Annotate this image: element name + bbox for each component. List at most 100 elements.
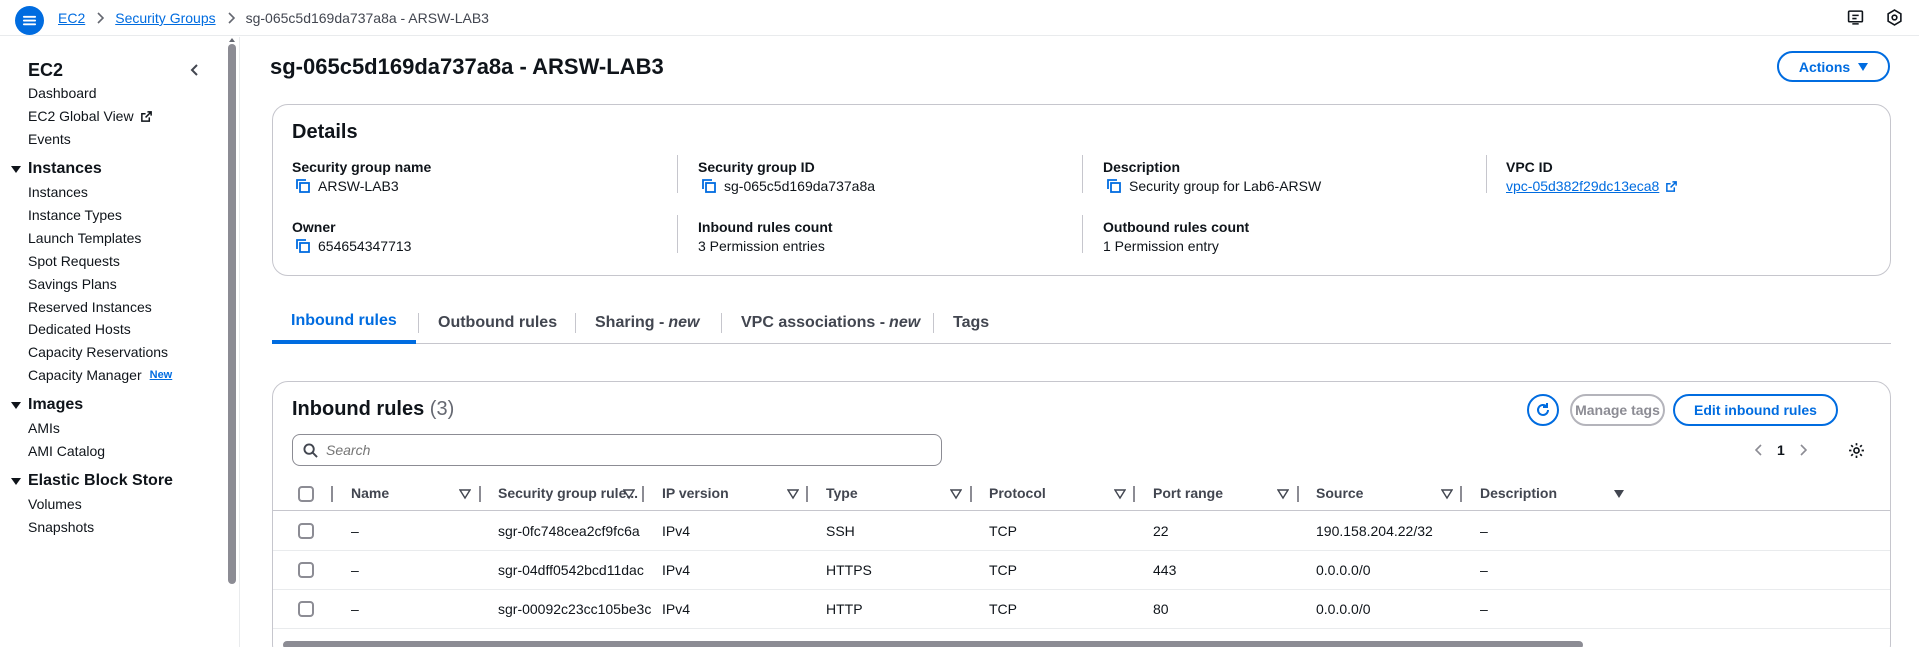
pagination: 1	[1755, 442, 1807, 458]
manage-tags-button[interactable]: Manage tags	[1570, 394, 1665, 426]
sidebar-item-amis[interactable]: AMIs	[28, 420, 60, 436]
search-input[interactable]	[326, 442, 926, 458]
tab-inbound-rules[interactable]: Inbound rules	[272, 302, 416, 344]
row-checkbox[interactable]	[298, 601, 314, 617]
tab-outbound-rules[interactable]: Outbound rules	[419, 302, 576, 344]
sidebar-item-dashboard[interactable]: Dashboard	[28, 85, 97, 101]
sidebar-item-capacity-manager[interactable]: Capacity Manager New	[28, 367, 172, 383]
gear-icon[interactable]	[1848, 442, 1865, 459]
sidebar-item-label: EC2 Global View	[28, 108, 134, 124]
chevron-left-icon[interactable]	[1755, 444, 1763, 456]
sidebar-section-ebs[interactable]: Elastic Block Store	[10, 472, 173, 490]
column-header-type[interactable]: Type	[826, 485, 858, 501]
sidebar-item-label: AMI Catalog	[28, 443, 106, 459]
sidebar-item-label: Volumes	[28, 496, 82, 512]
top-icons	[1847, 9, 1903, 29]
sort-icon[interactable]	[1441, 488, 1453, 500]
chevron-left-icon[interactable]	[187, 62, 203, 78]
sidebar-section-label: Images	[28, 396, 84, 413]
refresh-button[interactable]	[1527, 394, 1559, 426]
sidebar-section-images[interactable]: Images	[10, 396, 83, 414]
table-header: Name Security group rule... IP version T…	[273, 477, 1890, 511]
sort-icon[interactable]	[1613, 488, 1625, 500]
row-checkbox[interactable]	[298, 523, 314, 539]
cell-port-range: 443	[1153, 562, 1177, 578]
column-header-source[interactable]: Source	[1316, 485, 1363, 501]
row-checkbox[interactable]	[298, 562, 314, 578]
column-header-rule-id[interactable]: Security group rule...	[498, 485, 638, 501]
column-divider	[1133, 486, 1135, 502]
settings-hex-icon[interactable]	[1886, 9, 1903, 29]
sidebar-scrollbar[interactable]	[228, 44, 236, 584]
sidebar-item-label: Instance Types	[28, 207, 122, 223]
sidebar-item-events[interactable]: Events	[28, 131, 71, 147]
field-value: sg-065c5d169da737a8a	[724, 178, 876, 194]
sidebar: EC2 Dashboard EC2 Global View Events Ins…	[0, 37, 240, 647]
tab-sharing[interactable]: Sharing - new	[576, 302, 718, 344]
menu-icon[interactable]	[15, 6, 44, 35]
table-row[interactable]: – sgr-0fc748cea2cf9fc6a IPv4 SSH TCP 22 …	[273, 512, 1890, 551]
actions-button[interactable]: Actions	[1777, 51, 1890, 82]
sort-icon[interactable]	[950, 488, 962, 500]
breadcrumb-current: sg-065c5d169da737a8a - ARSW-LAB3	[245, 10, 489, 26]
cell-port-range: 22	[1153, 523, 1169, 539]
sidebar-item-instances[interactable]: Instances	[28, 184, 88, 200]
column-header-ip-version[interactable]: IP version	[662, 485, 729, 501]
table-horizontal-scrollbar[interactable]	[283, 641, 1583, 647]
column-header-port-range[interactable]: Port range	[1153, 485, 1223, 501]
sidebar-item-label: Savings Plans	[28, 276, 117, 292]
cell-description: –	[1480, 562, 1488, 578]
copy-icon[interactable]	[701, 178, 717, 194]
copy-icon[interactable]	[295, 178, 311, 194]
sidebar-item-label: Instances	[28, 184, 88, 200]
sidebar-item-dedicated-hosts[interactable]: Dedicated Hosts	[28, 321, 131, 337]
sidebar-item-ami-catalog[interactable]: AMI Catalog	[28, 443, 105, 459]
breadcrumb-security-groups-link[interactable]: Security Groups	[115, 10, 215, 26]
sort-icon[interactable]	[1114, 488, 1126, 500]
column-header-name[interactable]: Name	[351, 485, 389, 501]
field-value: 3 Permission entries	[698, 238, 825, 254]
vpc-id-link[interactable]: vpc-05d382f29dc13eca8	[1506, 178, 1659, 194]
tab-vpc-associations[interactable]: VPC associations - new	[722, 302, 939, 344]
table-row[interactable]: – sgr-04dff0542bcd11dac IPv4 HTTPS TCP 4…	[273, 551, 1890, 590]
field-inbound-count: Inbound rules count 3 Permission entries	[698, 219, 833, 254]
edit-inbound-rules-button[interactable]: Edit inbound rules	[1673, 394, 1838, 426]
page-number[interactable]: 1	[1777, 442, 1785, 458]
sidebar-item-instance-types[interactable]: Instance Types	[28, 207, 122, 223]
external-link-icon[interactable]	[1665, 180, 1678, 193]
copy-icon[interactable]	[1106, 178, 1122, 194]
sidebar-item-snapshots[interactable]: Snapshots	[28, 519, 94, 535]
tab-new-tag: new	[668, 314, 700, 331]
field-label: Description	[1103, 159, 1181, 175]
notifications-icon[interactable]	[1847, 9, 1864, 29]
field-owner: Owner 654654347713	[292, 219, 411, 254]
table-row[interactable]: – sgr-00092c23cc105be3c IPv4 HTTP TCP 80…	[273, 590, 1890, 629]
sidebar-item-global-view[interactable]: EC2 Global View	[28, 108, 153, 124]
sort-icon[interactable]	[459, 488, 471, 500]
column-header-protocol[interactable]: Protocol	[989, 485, 1046, 501]
sidebar-item-launch-templates[interactable]: Launch Templates	[28, 230, 141, 246]
breadcrumb-ec2-link[interactable]: EC2	[58, 10, 85, 26]
cell-source: 0.0.0.0/0	[1316, 601, 1371, 617]
chevron-right-icon[interactable]	[1799, 444, 1807, 456]
refresh-icon	[1537, 403, 1549, 416]
field-value: 1 Permission entry	[1103, 238, 1219, 254]
sidebar-item-savings-plans[interactable]: Savings Plans	[28, 276, 117, 292]
column-header-description[interactable]: Description	[1480, 485, 1557, 501]
select-all-checkbox[interactable]	[298, 486, 314, 502]
copy-icon[interactable]	[295, 238, 311, 254]
sort-icon[interactable]	[1277, 488, 1289, 500]
sidebar-item-volumes[interactable]: Volumes	[28, 496, 82, 512]
caret-down-icon	[11, 402, 21, 409]
sidebar-item-reserved-instances[interactable]: Reserved Instances	[28, 299, 152, 315]
tab-tags[interactable]: Tags	[934, 302, 1008, 344]
external-link-icon	[140, 110, 153, 123]
sidebar-item-label: Snapshots	[28, 519, 95, 535]
sort-icon[interactable]	[787, 488, 799, 500]
scroll-up-icon[interactable]	[228, 37, 236, 43]
sidebar-item-capacity-reservations[interactable]: Capacity Reservations	[28, 344, 168, 360]
sidebar-item-spot-requests[interactable]: Spot Requests	[28, 253, 120, 269]
search-icon	[303, 442, 318, 458]
sort-icon[interactable]	[623, 488, 635, 500]
sidebar-section-instances[interactable]: Instances	[10, 160, 102, 178]
